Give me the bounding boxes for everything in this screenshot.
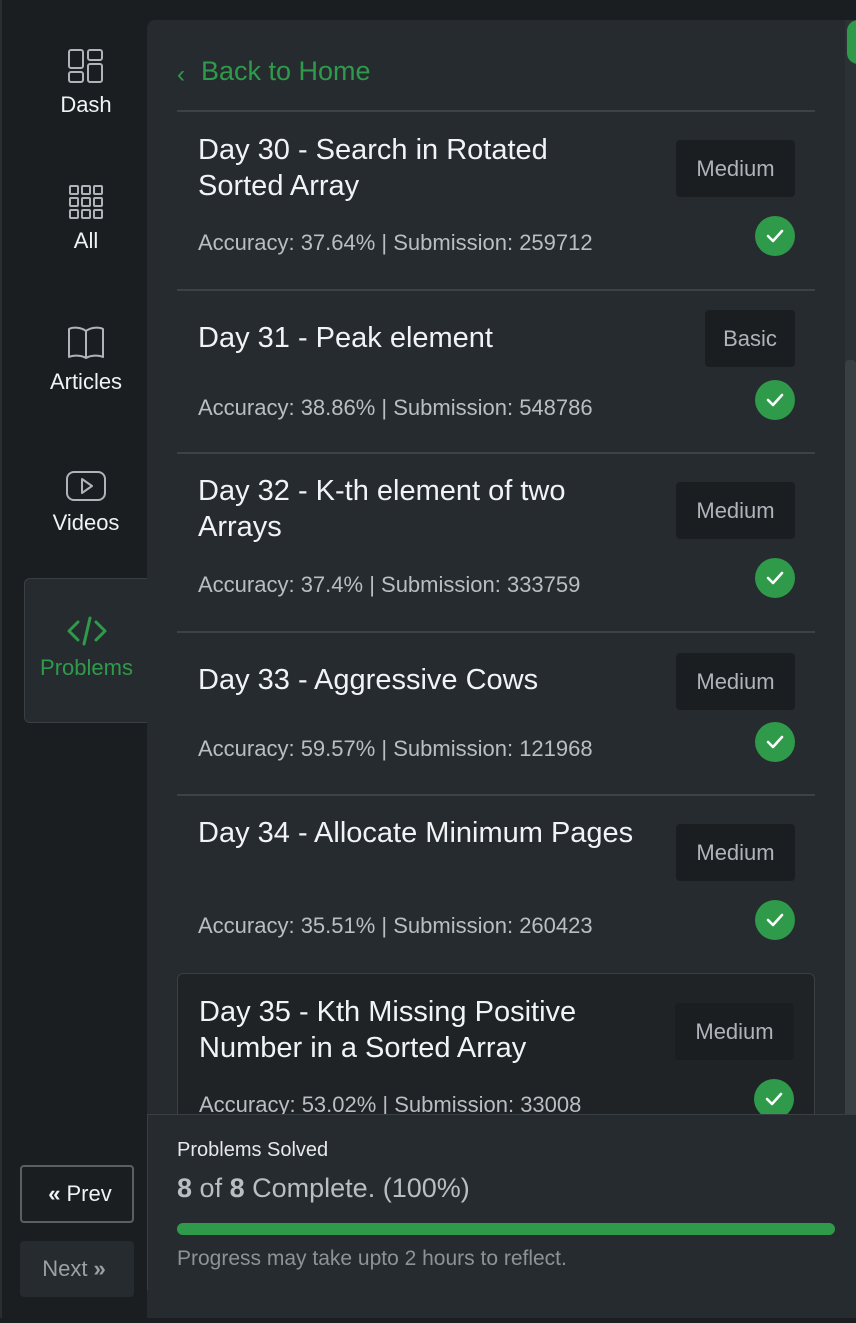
grid-icon: [69, 185, 103, 219]
prev-button[interactable]: « Prev: [20, 1165, 134, 1223]
progress-bar: [177, 1223, 835, 1235]
problem-title[interactable]: Day 34 - Allocate Minimum Pages: [198, 815, 638, 851]
sidebar-item-label: All: [73, 228, 99, 253]
play-icon: [66, 471, 106, 501]
problem-row[interactable]: Day 30 - Search in Rotated Sorted Array …: [177, 112, 815, 290]
problem-title[interactable]: Day 30 - Search in Rotated Sorted Array: [198, 132, 638, 204]
avatar[interactable]: [847, 20, 856, 64]
solved-check-icon: [755, 380, 795, 420]
progress-footer: Problems Solved 8 of 8 Complete. (100%) …: [147, 1114, 856, 1290]
double-chevron-right-icon: »: [93, 1256, 106, 1281]
code-icon: [67, 616, 106, 646]
total-count: 8: [229, 1173, 245, 1203]
double-chevron-left-icon: «: [48, 1181, 61, 1206]
next-label: Next: [42, 1256, 88, 1281]
dashboard-icon: [68, 49, 103, 83]
sidebar-item-label: Videos: [52, 510, 120, 535]
problem-row[interactable]: Day 32 - K-th element of two Arrays Accu…: [177, 454, 815, 631]
sidebar-item-videos[interactable]: Videos: [24, 470, 148, 536]
progress-note: Progress may take upto 2 hours to reflec…: [177, 1247, 567, 1270]
difficulty-badge: Medium: [675, 1003, 794, 1060]
problem-row[interactable]: Day 31 - Peak element Accuracy: 38.86% |…: [177, 291, 815, 453]
sidebar-item-label: Problems: [40, 655, 133, 680]
problem-row[interactable]: Day 34 - Allocate Minimum Pages Accuracy…: [177, 796, 815, 972]
back-link-label: Back to Home: [201, 56, 371, 86]
book-icon: [68, 326, 104, 359]
problem-row[interactable]: Day 33 - Aggressive Cows Accuracy: 59.57…: [177, 633, 815, 795]
problem-title[interactable]: Day 31 - Peak element: [198, 320, 638, 356]
difficulty-badge: Medium: [676, 482, 795, 539]
of-text: of: [199, 1173, 223, 1203]
next-button[interactable]: Next »: [20, 1241, 134, 1297]
sidebar-item-label: Articles: [49, 369, 123, 394]
problem-stats: Accuracy: 38.86% | Submission: 548786: [198, 395, 593, 420]
sidebar: Dash All Articles Videos Problems « Prev…: [0, 0, 148, 1323]
complete-text: Complete. (100%): [252, 1173, 470, 1203]
difficulty-badge: Medium: [676, 140, 795, 197]
progress-label: Problems Solved: [177, 1139, 329, 1161]
problem-title[interactable]: Day 32 - K-th element of two Arrays: [198, 473, 638, 545]
sidebar-item-dash[interactable]: Dash: [24, 48, 148, 118]
problem-stats: Accuracy: 37.4% | Submission: 333759: [198, 572, 581, 597]
problem-stats: Accuracy: 59.57% | Submission: 121968: [198, 736, 593, 761]
sidebar-item-all[interactable]: All: [24, 184, 148, 254]
prev-label: Prev: [66, 1181, 112, 1206]
sidebar-item-label: Dash: [60, 92, 112, 117]
solved-check-icon: [755, 722, 795, 762]
problem-stats: Accuracy: 37.64% | Submission: 259712: [198, 230, 593, 255]
chevron-left-icon: ‹: [177, 60, 185, 88]
scrollbar-thumb[interactable]: [845, 360, 856, 1120]
sidebar-item-problems[interactable]: Problems: [24, 578, 148, 723]
progress-bar-fill: [177, 1223, 835, 1235]
solved-check-icon: [755, 900, 795, 940]
bottom-edge: [0, 1318, 856, 1323]
progress-count: 8 of 8 Complete. (100%): [177, 1173, 470, 1204]
difficulty-badge: Medium: [676, 824, 795, 881]
solved-count: 8: [177, 1173, 193, 1203]
difficulty-badge: Medium: [676, 653, 795, 710]
problem-title[interactable]: Day 33 - Aggressive Cows: [198, 662, 638, 698]
solved-check-icon: [755, 558, 795, 598]
problem-stats: Accuracy: 35.51% | Submission: 260423: [198, 913, 593, 938]
solved-check-icon: [755, 216, 795, 256]
sidebar-item-articles[interactable]: Articles: [24, 325, 148, 395]
back-to-home-link[interactable]: ‹ Back to Home: [177, 56, 371, 88]
difficulty-badge: Basic: [705, 310, 795, 367]
problem-title[interactable]: Day 35 - Kth Missing Positive Number in …: [199, 994, 639, 1066]
solved-check-icon: [754, 1079, 794, 1119]
